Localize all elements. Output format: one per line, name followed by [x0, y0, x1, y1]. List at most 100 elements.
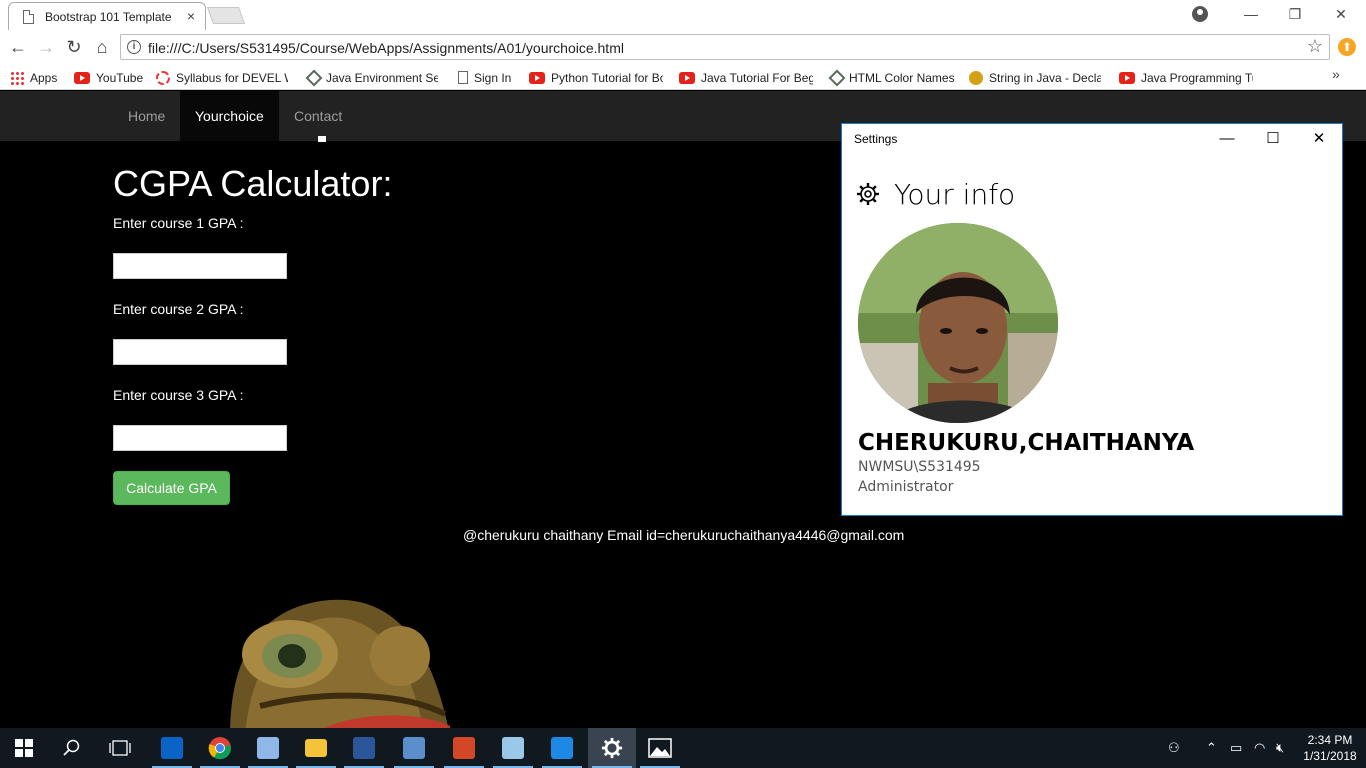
bookmark-java-tutorial[interactable]: Java Tutorial For Begi — [679, 68, 813, 86]
battery-icon[interactable]: ▭ — [1230, 728, 1242, 768]
settings-close-button[interactable]: ✕ — [1296, 124, 1342, 154]
clipped-text-fragment — [318, 136, 326, 142]
course-2-gpa-label: Enter course 2 GPA : — [113, 301, 244, 317]
windows-logo-icon — [15, 739, 33, 757]
page-title: CGPA Calculator: — [113, 163, 393, 204]
bookmark-youtube[interactable]: YouTube — [74, 68, 143, 86]
browser-minimize-button[interactable]: — — [1228, 0, 1274, 30]
browser-close-button[interactable]: ✕ — [1318, 0, 1364, 30]
calculate-gpa-button[interactable]: Calculate GPA — [113, 471, 230, 505]
tab-close-icon[interactable]: × — [187, 8, 195, 24]
settings-gear-icon — [601, 737, 623, 759]
page-favicon-icon — [23, 10, 34, 24]
tab-title: Bootstrap 101 Template — [45, 10, 172, 24]
taskbar-vscode[interactable] — [538, 728, 586, 768]
taskbar-notepad[interactable] — [489, 728, 537, 768]
youtube-icon — [679, 71, 695, 84]
java-icon — [969, 70, 983, 85]
home-icon[interactable]: ⌂ — [90, 35, 114, 59]
nav-contact-link[interactable]: Contact — [279, 91, 357, 141]
clock-time: 2:34 PM — [1307, 733, 1353, 747]
powerpoint-icon — [453, 737, 475, 759]
user-account-id: NWMSU\S531495 — [858, 459, 981, 475]
diamond-icon — [305, 69, 323, 87]
reload-icon[interactable]: ↻ — [62, 35, 86, 59]
address-bar[interactable]: i file:///C:/Users/S531495/Course/WebApp… — [120, 34, 1330, 60]
show-hidden-icons-chevron-icon[interactable]: ⌃ — [1206, 728, 1217, 768]
taskbar-powerpoint[interactable] — [440, 728, 488, 768]
browser-restore-button[interactable]: ❐ — [1272, 0, 1318, 30]
bookmark-java-programming[interactable]: Java Programming Tu — [1119, 68, 1253, 86]
your-info-heading: Your info — [894, 178, 1016, 211]
cube-app-icon — [257, 737, 279, 759]
notepad-icon — [502, 737, 524, 759]
taskbar-file-explorer[interactable] — [292, 728, 340, 768]
volume-muted-icon[interactable]: 🔇︎ — [1276, 728, 1284, 768]
back-arrow-icon[interactable]: ← — [6, 35, 30, 59]
taskbar-photos[interactable] — [636, 728, 684, 768]
bookmark-sign-in[interactable]: Sign In — [458, 68, 511, 86]
windows-taskbar: ⚇ ⌃ ▭ ◠ 🔇︎ 2:34 PM 1/31/2018 — [0, 728, 1366, 768]
wifi-icon[interactable]: ◠ — [1254, 728, 1265, 768]
taskbar-virtualbox[interactable] — [244, 728, 292, 768]
vscode-icon — [551, 737, 573, 759]
user-role: Administrator — [858, 479, 954, 495]
task-view-icon — [109, 740, 131, 756]
people-icon[interactable]: ⚇ — [1168, 728, 1180, 768]
new-tab-button[interactable] — [206, 7, 246, 24]
settings-window: Settings — ☐ ✕ Your info CHERUKURU,CHAIT… — [841, 123, 1343, 516]
youtube-icon — [1119, 71, 1135, 84]
search-icon — [63, 739, 80, 756]
course-1-gpa-input[interactable] — [113, 253, 287, 279]
course-3-gpa-input[interactable] — [113, 425, 287, 451]
chrome-icon — [208, 737, 232, 760]
nav-home-link[interactable]: Home — [113, 91, 180, 141]
document-icon — [458, 71, 468, 85]
browser-tab[interactable]: Bootstrap 101 Template × — [8, 2, 206, 30]
course-3-gpa-label: Enter course 3 GPA : — [113, 387, 244, 403]
address-url[interactable]: file:///C:/Users/S531495/Course/WebApps/… — [148, 40, 624, 56]
bookmark-java-environment[interactable]: Java Environment Set — [305, 68, 438, 87]
settings-minimize-button[interactable]: — — [1204, 124, 1250, 154]
diamond-icon — [828, 69, 846, 87]
bookmark-string-in-java[interactable]: String in Java - Declar — [969, 68, 1101, 86]
search-button[interactable] — [48, 728, 96, 768]
taskbar-chrome[interactable] — [196, 728, 244, 768]
extension-icon[interactable]: ⬆ — [1338, 38, 1356, 56]
taskbar-outlook[interactable] — [148, 728, 196, 768]
task-view-button[interactable] — [96, 728, 144, 768]
bookmark-python-tutorial[interactable]: Python Tutorial for Bo — [529, 68, 663, 86]
taskbar-word[interactable] — [340, 728, 388, 768]
settings-window-title: Settings — [854, 132, 898, 146]
taskbar-paint[interactable] — [390, 728, 438, 768]
folder-icon — [305, 739, 327, 757]
browser-toolbar: ← → ↻ ⌂ i file:///C:/Users/S531495/Cours… — [0, 30, 1366, 64]
bookmarks-bar: Apps YouTube Syllabus for DEVEL W Java E… — [0, 64, 1366, 90]
taskbar-clock[interactable]: 2:34 PM 1/31/2018 — [1300, 732, 1360, 764]
footer-contact-text: @cherukuru chaithany Email id=cherukuruc… — [463, 527, 905, 543]
youtube-icon — [529, 71, 545, 84]
user-display-name: CHERUKURU,CHAITHANYA — [858, 430, 1195, 456]
gear-icon — [857, 183, 879, 205]
nav-yourchoice-link[interactable]: Yourchoice — [180, 91, 279, 141]
bookmark-apps[interactable]: Apps — [10, 68, 57, 86]
photos-icon — [648, 738, 672, 758]
bookmark-html-color-names[interactable]: HTML Color Names — [828, 68, 955, 87]
course-1-gpa-label: Enter course 1 GPA : — [113, 215, 244, 231]
bookmark-syllabus[interactable]: Syllabus for DEVEL W — [156, 68, 288, 86]
frog-background-image — [230, 599, 450, 736]
bookmark-star-icon[interactable]: ☆ — [1307, 36, 1323, 57]
clock-date: 1/31/2018 — [1303, 749, 1357, 763]
start-button[interactable] — [0, 728, 48, 768]
apps-grid-icon — [10, 70, 24, 85]
taskbar-settings[interactable] — [588, 728, 636, 768]
profile-icon[interactable] — [1192, 6, 1208, 22]
course-2-gpa-input[interactable] — [113, 339, 287, 365]
settings-maximize-button[interactable]: ☐ — [1250, 124, 1296, 154]
outlook-icon — [161, 737, 183, 759]
info-icon[interactable]: i — [127, 40, 141, 54]
forward-arrow-icon[interactable]: → — [34, 35, 58, 59]
youtube-icon — [74, 71, 90, 84]
bookmarks-more-icon[interactable]: » — [1332, 66, 1340, 82]
browser-tab-strip: Bootstrap 101 Template × — ❐ ✕ — [0, 0, 1366, 30]
